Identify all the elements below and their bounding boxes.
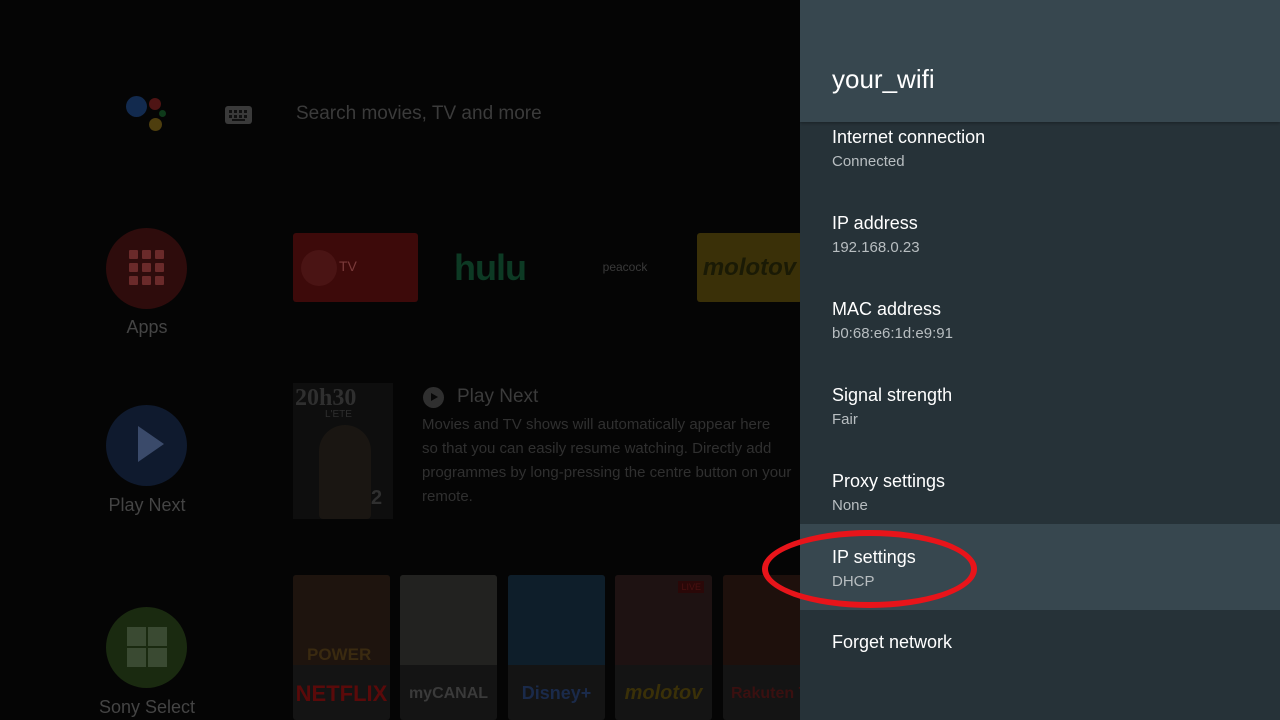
poster-title: 20h30: [295, 385, 357, 411]
tile-rakuten[interactable]: Rakuten TV: [723, 575, 800, 720]
description-line: remote.: [422, 488, 473, 505]
item-title: IP settings: [832, 547, 916, 567]
tile-brand: molotov: [624, 682, 703, 704]
tile-disney-plus[interactable]: Disney+: [508, 575, 605, 720]
apps-grid-icon: [129, 250, 164, 285]
channel-molotov[interactable]: molotov: [697, 233, 800, 302]
search-input[interactable]: Search movies, TV and more: [296, 103, 542, 125]
item-title: Internet connection: [832, 127, 986, 147]
panel-title: your_wifi: [832, 64, 935, 94]
network-details-panel: your_wifi Internet connection Connected …: [800, 0, 1280, 720]
tile-brand: NETFLIX: [295, 681, 388, 706]
tile-brand: myCANAL: [408, 685, 489, 702]
item-value: Connected: [832, 153, 905, 170]
tile-netflix[interactable]: POWER NETFLIX: [293, 575, 390, 720]
tile-artwork: [508, 575, 605, 665]
tile-brand: Rakuten TV: [731, 685, 800, 702]
channel-tv-label: TV: [339, 258, 357, 274]
tile-tag: POWER: [307, 645, 372, 664]
play-icon: [138, 426, 164, 462]
panel-header: your_wifi: [800, 0, 1280, 122]
item-value: None: [832, 497, 868, 514]
play-next-poster[interactable]: 20h30 L'ETE 2: [293, 383, 393, 519]
google-assistant-icon[interactable]: [124, 96, 168, 134]
tile-artwork: [723, 575, 800, 665]
description-line: Movies and TV shows will automatically a…: [422, 416, 771, 433]
ip-address-item[interactable]: IP address 192.168.0.23: [800, 188, 1280, 274]
item-value: Fair: [832, 411, 858, 428]
play-next-title: Play Next: [457, 386, 539, 407]
description-line: so that you can easily resume watching. …: [422, 440, 772, 457]
channel-hulu[interactable]: hulu: [425, 233, 555, 302]
item-value: 192.168.0.23: [832, 239, 920, 256]
item-value: DHCP: [832, 573, 875, 590]
keyboard-icon[interactable]: [225, 106, 252, 124]
tv-logo-icon: [301, 250, 337, 286]
mac-address-item[interactable]: MAC address b0:68:e6:1d:e9:91: [800, 274, 1280, 360]
poster-subtitle: L'ETE: [325, 409, 352, 420]
sony-select-label: Sony Select: [98, 697, 196, 717]
play-next-icon: [423, 387, 444, 408]
forget-network-item[interactable]: Forget network: [800, 610, 1280, 696]
tile-artwork: [400, 575, 497, 665]
poster-channel-number: 2: [371, 487, 383, 509]
apps-label: Apps: [126, 317, 168, 337]
launcher-background: Search movies, TV and more Apps Play Nex…: [0, 0, 800, 720]
play-next-label: Play Next: [108, 495, 186, 515]
proxy-settings-item[interactable]: Proxy settings None: [800, 446, 1280, 532]
item-value: b0:68:e6:1d:e9:91: [832, 325, 953, 342]
sony-select-icon: [127, 627, 167, 667]
channel-tv[interactable]: TV: [293, 233, 418, 302]
description-line: programmes by long-pressing the centre b…: [422, 464, 792, 481]
ip-settings-item[interactable]: IP settings DHCP: [800, 524, 1280, 610]
item-title: Proxy settings: [832, 471, 946, 491]
live-badge: LIVE: [678, 581, 704, 593]
poster-image: [319, 425, 371, 519]
tile-molotov[interactable]: LIVE molotov: [615, 575, 712, 720]
tile-mycanal[interactable]: myCANAL: [400, 575, 497, 720]
play-next-description: Movies and TV shows will automatically a…: [422, 413, 800, 509]
item-title: Forget network: [832, 632, 953, 652]
signal-strength-item[interactable]: Signal strength Fair: [800, 360, 1280, 446]
item-title: MAC address: [832, 299, 942, 319]
tile-brand: Disney+: [521, 683, 592, 703]
channel-peacock[interactable]: peacock: [570, 233, 680, 302]
item-title: IP address: [832, 213, 918, 233]
item-title: Signal strength: [832, 385, 953, 405]
